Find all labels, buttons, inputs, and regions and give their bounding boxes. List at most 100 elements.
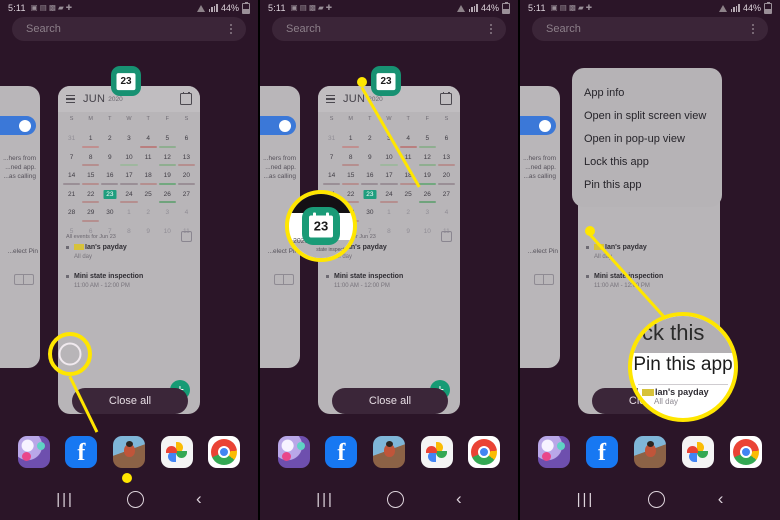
- day-cell: 9: [368, 153, 372, 161]
- day-cell: 3: [165, 209, 170, 216]
- toggle-switch[interactable]: [520, 116, 556, 135]
- day-cell: 13: [182, 153, 191, 161]
- back-nav-button[interactable]: ‹: [718, 489, 724, 509]
- search-bar[interactable]: Search: [272, 17, 506, 41]
- hamburger-icon[interactable]: [66, 95, 75, 103]
- events-header: All events for Jun 23: [66, 231, 192, 242]
- calendar-week-1: 31 1 2 3 4 5 6: [62, 133, 196, 152]
- close-all-button[interactable]: Close all: [72, 388, 188, 414]
- list-item[interactable]: Mini state inspection 11:00 AM - 12:00 P…: [326, 272, 452, 291]
- day-cell: 31: [67, 135, 76, 142]
- silent-icon: ▰: [577, 3, 584, 13]
- kebab-menu-icon[interactable]: [230, 24, 232, 34]
- game-app-icon[interactable]: [277, 436, 310, 468]
- list-item[interactable]: Mini state inspection 11:00 AM - 12:00 P…: [586, 272, 712, 291]
- recent-card-previous[interactable]: ...hers from ...ned app. ...as calling .…: [0, 86, 40, 368]
- recents-nav-button[interactable]: |||: [577, 491, 595, 508]
- dock: f: [0, 430, 258, 474]
- game-app-icon[interactable]: [538, 436, 570, 468]
- toggle-switch[interactable]: [0, 116, 36, 135]
- calendar-week-2: 7 8 9 10 11 12 13: [322, 151, 456, 170]
- menu-item-lock-app[interactable]: Lock this app: [572, 151, 722, 174]
- kebab-menu-icon[interactable]: [490, 24, 492, 34]
- day-cell-selected[interactable]: 23: [360, 188, 379, 207]
- dow-0: S: [329, 116, 334, 122]
- day-cell-selected[interactable]: 23: [100, 188, 119, 207]
- list-item[interactable]: Ian's payday All day: [66, 243, 192, 262]
- home-nav-button[interactable]: [386, 490, 404, 508]
- split-screen-icon: [14, 274, 34, 285]
- edit-icon[interactable]: [181, 231, 192, 242]
- back-nav-button[interactable]: ‹: [196, 489, 202, 509]
- search-bar[interactable]: Search: [12, 17, 246, 41]
- navigation-bar: ||| ‹: [0, 478, 258, 520]
- dock: f: [260, 430, 518, 474]
- menu-item-pin-app[interactable]: Pin this app: [572, 174, 722, 197]
- day-cell: 7: [69, 153, 74, 161]
- photo-app-icon[interactable]: [372, 436, 405, 468]
- wifi-icon: [196, 4, 206, 12]
- photo-app-icon[interactable]: [634, 436, 666, 468]
- facebook-app-icon[interactable]: f: [325, 436, 358, 468]
- calendar-icon[interactable]: [440, 91, 452, 105]
- panel-2-recents-zoom: 5:11 ▣ ▤ ▩ ▰ ✚ 44% Search ...hers from .…: [260, 0, 520, 520]
- home-nav-button[interactable]: [126, 490, 144, 508]
- left-card-line-2: ...ned app.: [525, 164, 556, 171]
- day-cell: 1: [127, 209, 131, 216]
- calendar-icon[interactable]: [180, 91, 192, 105]
- google-photos-app-icon[interactable]: [420, 436, 453, 468]
- image-icon: ▩: [48, 3, 56, 13]
- left-card-text: ...hers from ...ned app. ...as calling: [0, 154, 38, 181]
- silent-icon: ▰: [57, 3, 64, 13]
- chrome-app-icon[interactable]: [730, 436, 762, 468]
- kebab-menu-icon[interactable]: [752, 24, 754, 34]
- menu-item-popup-view[interactable]: Open in pop-up view: [572, 128, 722, 151]
- magnifier-calendar-icon: 2020 state inspection 23: [285, 190, 357, 262]
- list-item[interactable]: Mini state inspection 11:00 AM - 12:00 P…: [66, 272, 192, 291]
- day-cell: 22: [87, 190, 95, 198]
- hamburger-icon[interactable]: [326, 95, 335, 103]
- home-circle-icon: [58, 342, 82, 366]
- google-photos-app-icon[interactable]: [682, 436, 714, 468]
- recent-card-previous[interactable]: ...hers from ...ned app. ...as calling .…: [520, 86, 560, 368]
- event-title: Ian's payday: [605, 244, 647, 251]
- event-time: 11:00 AM - 12:00 PM: [594, 283, 650, 289]
- status-time: 5:11: [268, 3, 286, 13]
- recents-nav-button[interactable]: |||: [56, 491, 74, 508]
- sim-icon: ▤: [299, 3, 307, 13]
- dock: f: [520, 430, 780, 474]
- today-badge: 23: [103, 189, 117, 199]
- chrome-app-icon[interactable]: [468, 436, 501, 468]
- recents-nav-button[interactable]: |||: [316, 491, 334, 508]
- day-cell: 30: [106, 209, 114, 216]
- status-right-icons: 44%: [456, 1, 510, 14]
- menu-item-app-info[interactable]: App info: [572, 82, 722, 105]
- day-cell: 24: [125, 190, 133, 198]
- calendar-app-icon[interactable]: 23: [111, 66, 141, 96]
- back-nav-button[interactable]: ‹: [456, 489, 462, 509]
- status-left-icons: ▣ ▤ ▩ ▰ ✚: [551, 4, 592, 12]
- toggle-switch[interactable]: [260, 116, 296, 135]
- home-nav-button[interactable]: [647, 490, 665, 508]
- edit-icon[interactable]: [441, 231, 452, 242]
- game-app-icon[interactable]: [17, 436, 50, 468]
- search-placeholder: Search: [26, 23, 61, 35]
- callout-endpoint-dot: [122, 473, 132, 483]
- today-badge: 23: [363, 189, 377, 199]
- left-card-line-2: ...ned app.: [265, 164, 296, 171]
- facebook-app-icon[interactable]: f: [65, 436, 98, 468]
- menu-item-split-screen[interactable]: Open in split screen view: [572, 105, 722, 128]
- photo-app-icon[interactable]: [112, 436, 145, 468]
- day-cell: 25: [404, 190, 412, 198]
- navigation-bar: ||| ‹: [520, 478, 780, 520]
- search-bar[interactable]: Search: [532, 17, 768, 41]
- magnifier-event-bullet-icon: [635, 388, 638, 392]
- chrome-app-icon[interactable]: [208, 436, 241, 468]
- magnified-calendar-day: 23: [313, 218, 329, 234]
- calendar-app-icon[interactable]: 23: [371, 66, 401, 96]
- facebook-app-icon[interactable]: f: [586, 436, 618, 468]
- google-photos-app-icon[interactable]: [160, 436, 193, 468]
- sim-icon: ▤: [39, 3, 47, 13]
- dow-6: S: [444, 116, 449, 122]
- close-all-button[interactable]: Close all: [332, 388, 448, 414]
